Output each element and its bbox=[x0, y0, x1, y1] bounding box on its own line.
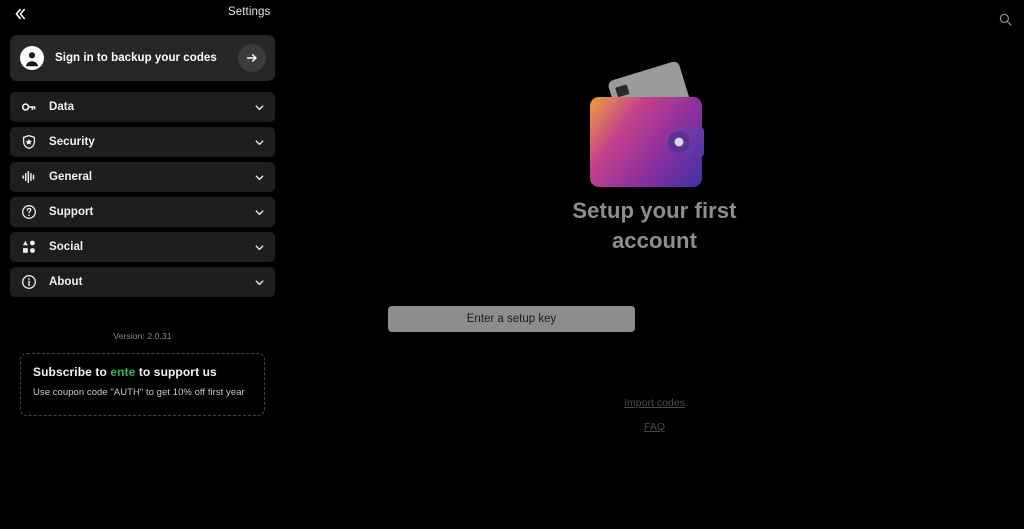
arrow-right-icon[interactable] bbox=[238, 44, 266, 72]
brand-name: ente bbox=[110, 365, 136, 379]
page-title: Settings bbox=[228, 6, 271, 18]
sidebar-item-social[interactable]: Social bbox=[10, 232, 275, 262]
sidebar-item-data[interactable]: Data bbox=[10, 92, 275, 122]
shapes-category-icon bbox=[20, 239, 37, 256]
top-bar: Settings bbox=[0, 0, 1024, 26]
shield-star-icon bbox=[20, 134, 37, 151]
audio-waveform-icon bbox=[20, 169, 37, 186]
enter-setup-key-button[interactable]: Enter a setup key bbox=[388, 306, 635, 332]
chevron-down-icon[interactable] bbox=[252, 275, 266, 289]
person-avatar-icon bbox=[20, 46, 44, 70]
sidebar-item-label: Data bbox=[49, 101, 75, 113]
headline-line-2: account bbox=[611, 227, 698, 253]
empty-state-headline: Setup your first account bbox=[285, 196, 1024, 256]
headline-line-1: Setup your first bbox=[572, 198, 737, 223]
sign-in-backup-card[interactable]: Sign in to backup your codes bbox=[10, 35, 275, 81]
import-codes-link[interactable]: Import codes bbox=[285, 397, 1024, 409]
faq-link[interactable]: FAQ bbox=[285, 421, 1024, 433]
sign-in-label: Sign in to backup your codes bbox=[55, 52, 217, 64]
subscribe-title-suffix: to support us bbox=[135, 365, 217, 379]
sidebar-item-label: Support bbox=[49, 206, 94, 218]
chevron-double-left-icon[interactable] bbox=[8, 3, 32, 25]
chevron-down-icon[interactable] bbox=[252, 170, 266, 184]
sidebar-item-label: Security bbox=[49, 136, 95, 148]
sidebar-item-about[interactable]: About bbox=[10, 267, 275, 297]
chevron-down-icon[interactable] bbox=[252, 135, 266, 149]
chevron-down-icon[interactable] bbox=[252, 240, 266, 254]
sidebar-item-label: Social bbox=[49, 241, 84, 253]
version-label: Version: 2.0.31 bbox=[113, 331, 172, 341]
key-icon bbox=[20, 99, 37, 116]
app-window: Settings Sign in to backup your codes Da… bbox=[0, 0, 1024, 529]
sidebar-item-general[interactable]: General bbox=[10, 162, 275, 192]
subscribe-title-prefix: Subscribe to bbox=[33, 365, 111, 379]
chevron-down-icon[interactable] bbox=[252, 100, 266, 114]
settings-sidebar: Sign in to backup your codes Data Securi… bbox=[0, 26, 285, 529]
question-circle-icon bbox=[20, 204, 37, 221]
subscribe-title: Subscribe to ente to support us bbox=[33, 365, 252, 379]
chevron-down-icon[interactable] bbox=[252, 205, 266, 219]
subscribe-subtitle: Use coupon code "AUTH" to get 10% off fi… bbox=[33, 387, 245, 398]
sidebar-item-label: General bbox=[49, 171, 93, 183]
sidebar-item-security[interactable]: Security bbox=[10, 127, 275, 157]
settings-menu: Data Security General Support Social Abo… bbox=[10, 92, 275, 302]
main-content: Setup your first account Enter a setup k… bbox=[285, 26, 1024, 529]
wallet-with-card-icon bbox=[285, 50, 1024, 200]
info-circle-icon bbox=[20, 274, 37, 291]
sidebar-item-support[interactable]: Support bbox=[10, 197, 275, 227]
sidebar-item-label: About bbox=[49, 276, 83, 288]
subscribe-promo-card[interactable]: Subscribe to ente to support us Use coup… bbox=[20, 353, 265, 416]
